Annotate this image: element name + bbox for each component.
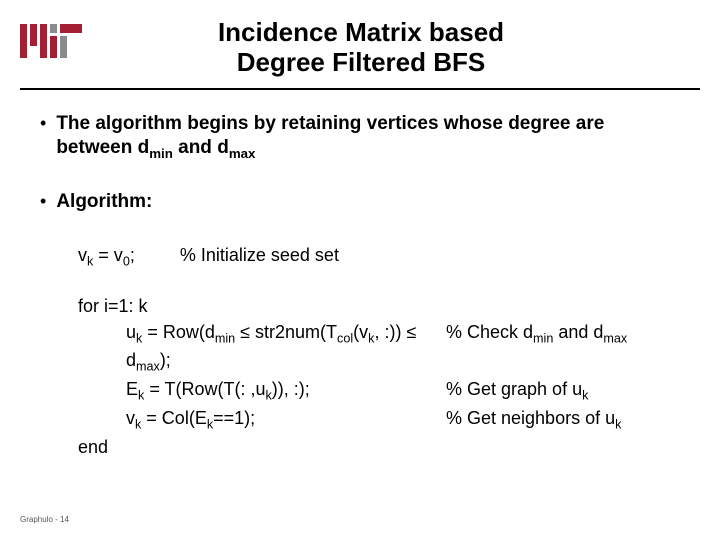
slide-title: Incidence Matrix based Degree Filtered B… [82,18,640,78]
algo-line-3-code: vk = Col(Ek==1); [126,405,446,434]
algo-end-line: end [78,434,682,460]
algo-line-2: Ek = T(Row(T(: ,uk)), :); % Get graph of… [126,376,682,405]
algo-line-1: uk = Row(dmin ≤ str2num(Tcol(vk, :)) ≤ d… [126,319,682,377]
slide-footer: Graphulo - 14 [20,515,69,524]
slide-content: • The algorithm begins by retaining vert… [0,90,720,460]
title-line-1: Incidence Matrix based [218,17,504,47]
title-line-2: Degree Filtered BFS [237,47,486,77]
title-container: Incidence Matrix based Degree Filtered B… [82,18,700,78]
algo-init-line: vk = v0; % Initialize seed set [78,242,682,271]
bullet-1: • The algorithm begins by retaining vert… [38,112,682,162]
algo-body: uk = Row(dmin ≤ str2num(Tcol(vk, :)) ≤ d… [126,319,682,434]
bullet-2: • Algorithm: [38,190,682,214]
bullet-dot-icon: • [40,112,46,134]
algo-line-3: vk = Col(Ek==1); % Get neighbors of uk [126,405,682,434]
algo-line-2-comment: % Get graph of uk [446,376,588,405]
algo-for-line: for i=1: k [78,293,682,319]
mit-logo [20,24,82,63]
bullet-1-text: The algorithm begins by retaining vertic… [56,112,682,162]
algo-init-comment: % Initialize seed set [180,242,339,268]
algo-line-1-code: uk = Row(dmin ≤ str2num(Tcol(vk, :)) ≤ d… [126,319,446,377]
algorithm-block: vk = v0; % Initialize seed set for i=1: … [78,242,682,460]
algo-line-3-comment: % Get neighbors of uk [446,405,621,434]
bullet-2-text: Algorithm: [56,190,152,214]
algo-line-1-comment: % Check dmin and dmax [446,319,627,377]
algo-line-2-code: Ek = T(Row(T(: ,uk)), :); [126,376,446,405]
bullet-dot-icon: • [40,190,46,212]
slide-header: Incidence Matrix based Degree Filtered B… [0,0,720,78]
